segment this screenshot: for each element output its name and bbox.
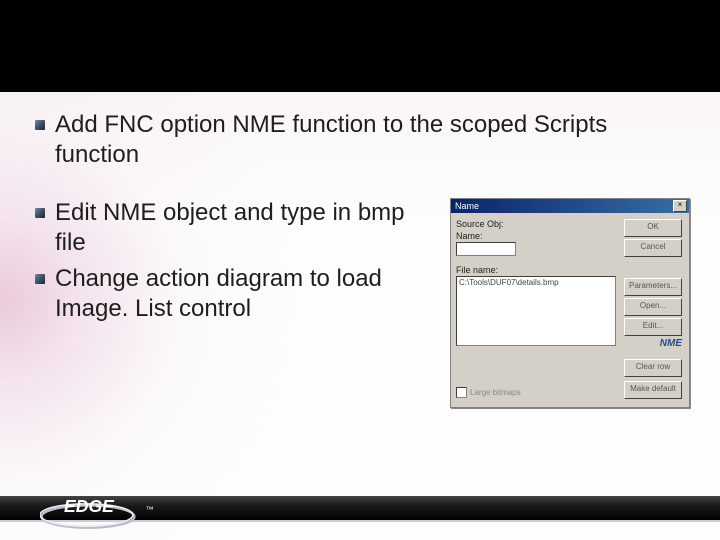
name-field[interactable]	[456, 242, 516, 256]
label-name: Name:	[456, 231, 620, 241]
name-dialog: Name × Source Obj: Name: OK	[450, 198, 690, 408]
nme-badge: NME	[624, 338, 682, 349]
dialog-titlebar: Name ×	[451, 199, 689, 213]
label-filename: File name:	[456, 265, 684, 275]
bullet-2: Edit NME object and type in bmp file	[35, 198, 432, 258]
large-bitmaps-label: Large bitmaps	[470, 388, 521, 397]
edge-logo: EDGE ™	[40, 484, 200, 530]
clear-row-button[interactable]: Clear row	[624, 359, 682, 377]
content-area: Add FNC option NME function to the scope…	[35, 110, 690, 408]
two-column-row: Edit NME object and type in bmp file Cha…	[35, 198, 690, 408]
title-bar	[0, 0, 720, 92]
checkbox-icon	[456, 387, 467, 398]
bullet-2-text: Edit NME object and type in bmp file	[55, 198, 432, 258]
filename-listbox[interactable]: C:\Tools\DUF07\details.bmp	[456, 276, 616, 346]
slide: Add FNC option NME function to the scope…	[0, 0, 720, 540]
bullet-1-text: Add FNC option NME function to the scope…	[55, 110, 690, 170]
cancel-button[interactable]: Cancel	[624, 239, 682, 257]
bullet-3-text: Change action diagram to load Image. Lis…	[55, 264, 432, 324]
dialog-body: Source Obj: Name: OK Cancel File name:	[451, 213, 689, 407]
list-item[interactable]: C:\Tools\DUF07\details.bmp	[459, 278, 613, 287]
open-button[interactable]: Open...	[624, 298, 682, 316]
bullet-icon	[35, 120, 45, 130]
parameters-button[interactable]: Parameters...	[624, 278, 682, 296]
large-bitmaps-checkbox[interactable]: Large bitmaps	[456, 387, 620, 398]
ok-button[interactable]: OK	[624, 219, 682, 237]
brand-text: EDGE	[64, 496, 115, 516]
svg-text:™: ™	[146, 505, 154, 514]
bullet-3: Change action diagram to load Image. Lis…	[35, 264, 432, 324]
close-icon[interactable]: ×	[673, 200, 687, 212]
bullet-1: Add FNC option NME function to the scope…	[35, 110, 690, 170]
bullet-icon	[35, 208, 45, 218]
label-source-obj: Source Obj:	[456, 219, 620, 229]
dialog-title-text: Name	[455, 201, 479, 211]
bullet-icon	[35, 274, 45, 284]
make-default-button[interactable]: Make default	[624, 381, 682, 399]
footer: EDGE ™	[0, 478, 720, 540]
right-column: Name × Source Obj: Name: OK	[450, 198, 690, 408]
left-column: Edit NME object and type in bmp file Cha…	[35, 198, 450, 330]
edit-button[interactable]: Edit...	[624, 318, 682, 336]
